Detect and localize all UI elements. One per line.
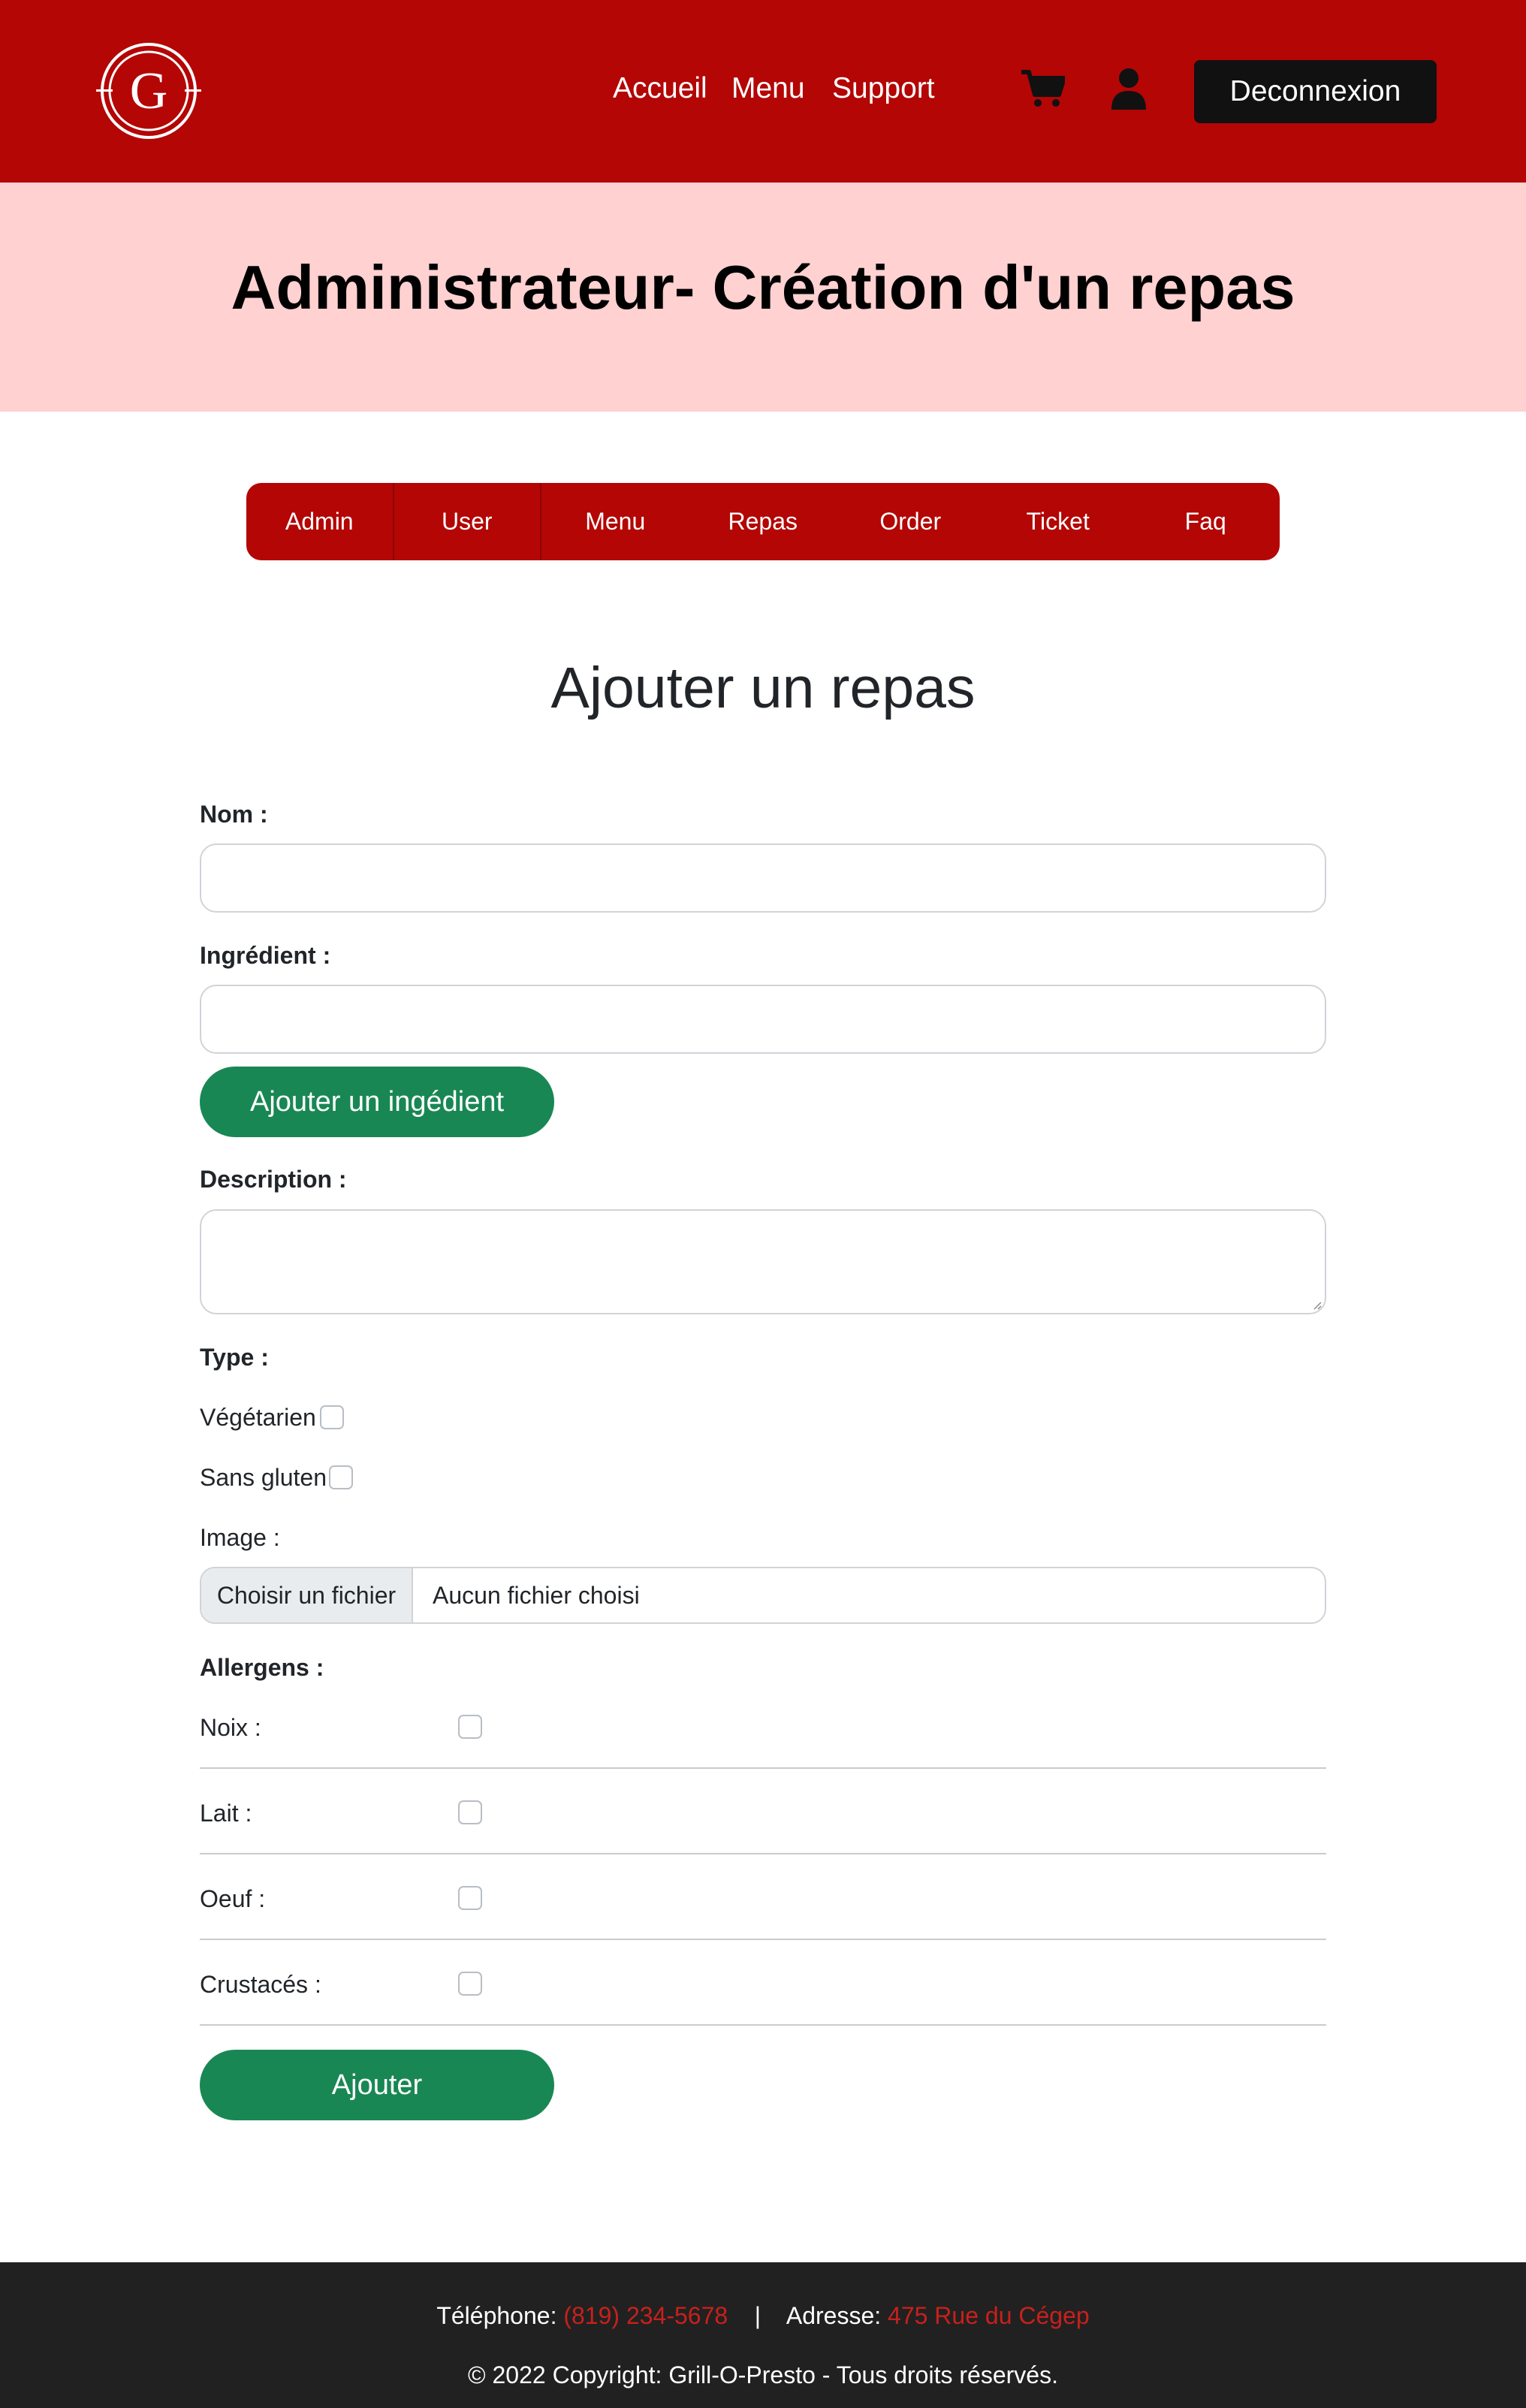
allergen-lait-label: Lait : xyxy=(200,1800,252,1827)
submit-button[interactable]: Ajouter xyxy=(200,2050,554,2120)
divider xyxy=(200,1767,1326,1769)
cart-icon[interactable] xyxy=(1021,69,1065,108)
allergen-noix-label: Noix : xyxy=(200,1714,261,1741)
divider xyxy=(200,2024,1326,2026)
image-file-input[interactable]: Choisir un fichier Aucun fichier choisi xyxy=(200,1567,1326,1624)
phone-label: Téléphone: xyxy=(436,2302,557,2329)
phone-link[interactable]: (819) 234-5678 xyxy=(563,2302,728,2329)
allergen-crustaces-checkbox[interactable] xyxy=(458,1972,482,1996)
allergen-lait-checkbox[interactable] xyxy=(458,1800,482,1824)
vegetarien-label: Végétarien xyxy=(200,1404,316,1431)
copyright-text: © 2022 Copyright: Grill-O-Presto - Tous … xyxy=(468,2361,1058,2388)
tab-menu[interactable]: Menu xyxy=(541,483,689,560)
ingredient-input[interactable] xyxy=(200,985,1326,1054)
page-title: Administrateur- Création d'un repas xyxy=(231,252,1295,322)
allergen-oeuf-checkbox[interactable] xyxy=(458,1886,482,1910)
logo[interactable]: G xyxy=(96,42,201,140)
image-label: Image : xyxy=(200,1524,280,1551)
tab-order[interactable]: Order xyxy=(837,483,985,560)
form-heading: Ajouter un repas xyxy=(550,656,976,720)
ingredient-label: Ingrédient : xyxy=(200,942,331,969)
user-icon[interactable] xyxy=(1110,68,1148,110)
divider xyxy=(200,1853,1326,1854)
nav-menu[interactable]: Menu xyxy=(731,74,805,103)
tab-user[interactable]: User xyxy=(394,483,541,560)
footer-contact: Téléphone: (819) 234-5678 | Adresse: 475… xyxy=(0,2302,1526,2330)
footer: Téléphone: (819) 234-5678 | Adresse: 475… xyxy=(0,2262,1526,2408)
file-status-text: Aucun fichier choisi xyxy=(433,1581,640,1609)
description-textarea[interactable] xyxy=(200,1209,1326,1314)
admin-tabs: Admin User Menu Repas Order Ticket Faq xyxy=(246,483,1280,560)
allergen-oeuf-label: Oeuf : xyxy=(200,1885,266,1912)
allergen-crustaces-label: Crustacés : xyxy=(200,1971,321,1998)
vegetarien-checkbox[interactable] xyxy=(320,1405,344,1429)
address-link[interactable]: 475 Rue du Cégep xyxy=(888,2302,1090,2329)
nav-support[interactable]: Support xyxy=(832,74,935,103)
footer-separator: | xyxy=(754,2302,761,2329)
tab-ticket[interactable]: Ticket xyxy=(985,483,1132,560)
tab-repas[interactable]: Repas xyxy=(689,483,837,560)
logo-emblem-icon: G xyxy=(96,43,201,139)
allergens-label: Allergens : xyxy=(200,1654,324,1681)
choose-file-button[interactable]: Choisir un fichier xyxy=(201,1568,413,1622)
sans-gluten-checkbox[interactable] xyxy=(329,1465,353,1489)
type-label: Type : xyxy=(200,1344,269,1371)
nom-input[interactable] xyxy=(200,843,1326,913)
nav-accueil[interactable]: Accueil xyxy=(613,74,707,103)
nom-label: Nom : xyxy=(200,801,268,828)
tab-admin[interactable]: Admin xyxy=(246,483,394,560)
logout-button[interactable]: Deconnexion xyxy=(1194,60,1437,123)
allergen-noix-checkbox[interactable] xyxy=(458,1715,482,1739)
address-label: Adresse: xyxy=(786,2302,882,2329)
tab-faq[interactable]: Faq xyxy=(1132,483,1280,560)
sans-gluten-label: Sans gluten xyxy=(200,1464,327,1491)
description-label: Description : xyxy=(200,1166,347,1193)
page-banner: Administrateur- Création d'un repas xyxy=(0,183,1526,412)
resize-grip-icon[interactable] xyxy=(1313,1301,1322,1310)
top-navbar: G Accueil Menu Support Deconnexion xyxy=(0,0,1526,183)
add-ingredient-button[interactable]: Ajouter un ingédient xyxy=(200,1067,554,1137)
divider xyxy=(200,1939,1326,1940)
logo-letter: G xyxy=(130,62,168,120)
